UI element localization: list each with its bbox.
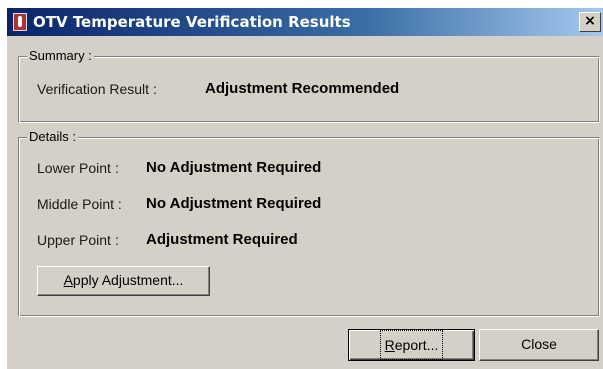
upper-point-value: Adjustment Required xyxy=(146,231,298,248)
summary-group: Summary : Verification Result : Adjustme… xyxy=(18,48,600,123)
apply-adjustment-mnemonic: A xyxy=(63,272,73,288)
lower-point-value: No Adjustment Required xyxy=(146,159,322,176)
apply-adjustment-label: pply Adjustment... xyxy=(72,272,184,288)
thermometer-icon xyxy=(13,13,27,31)
middle-point-value: No Adjustment Required xyxy=(146,195,322,212)
summary-group-title: Summary : xyxy=(27,48,94,63)
details-group-title: Details : xyxy=(27,129,78,144)
report-focus-ring: Report... xyxy=(379,330,444,360)
details-group: Details : Lower Point : No Adjustment Re… xyxy=(18,129,600,317)
report-mnemonic: R xyxy=(384,337,395,353)
close-button[interactable]: Close xyxy=(479,329,599,361)
report-label: eport... xyxy=(394,337,439,353)
verification-result-value: Adjustment Recommended xyxy=(205,80,400,97)
close-button-label: Close xyxy=(521,336,557,352)
verification-result-label: Verification Result : xyxy=(37,81,157,97)
title-bar[interactable]: OTV Temperature Verification Results × xyxy=(7,8,603,36)
report-button[interactable]: Report... xyxy=(348,329,475,361)
close-icon[interactable]: × xyxy=(579,12,601,32)
window-title: OTV Temperature Verification Results xyxy=(33,13,351,31)
upper-point-label: Upper Point : xyxy=(37,232,119,248)
apply-adjustment-button[interactable]: Apply Adjustment... xyxy=(37,266,210,296)
lower-point-label: Lower Point : xyxy=(37,160,119,176)
results-dialog: OTV Temperature Verification Results × S… xyxy=(6,7,603,369)
middle-point-label: Middle Point : xyxy=(37,196,122,212)
